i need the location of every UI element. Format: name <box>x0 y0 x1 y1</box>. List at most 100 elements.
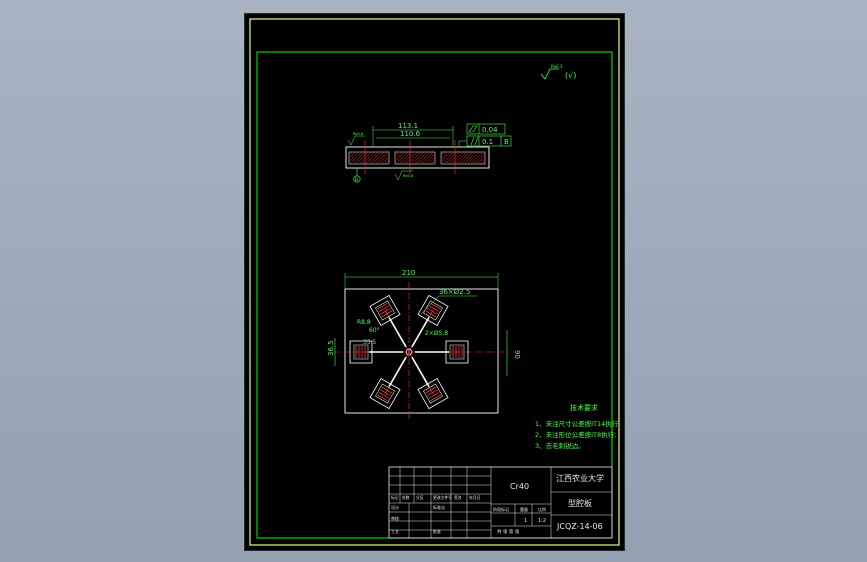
inner-frame <box>256 51 613 539</box>
hatch-line <box>418 151 431 165</box>
hatch-line <box>467 151 480 165</box>
rev-header-3: 分区 <box>416 495 424 500</box>
roughness-note: Ra6.3 (√) <box>540 64 576 80</box>
title-block: Cr40 江西农业大学 型腔板 JCQZ-14-06 阶段标记 重量 比例 1 … <box>388 466 613 539</box>
hatch-line <box>348 151 356 159</box>
hatch-line <box>365 151 378 165</box>
hatch-line <box>394 151 399 156</box>
cavity-rib <box>428 391 440 399</box>
hatch-line <box>464 151 477 165</box>
radius-dim-text: R8.8 <box>357 319 371 326</box>
drawing-sheet: Ra6.3 (√) 113.1 110.6 0.04 0.1 B B Ra0.8… <box>244 13 625 551</box>
hatch-line <box>430 159 436 165</box>
weight-label: 重量 <box>520 506 528 512</box>
hatch-line <box>368 151 382 165</box>
cavity-rib <box>428 305 440 313</box>
university-text: 江西农业大学 <box>556 473 604 483</box>
hatch-line <box>402 151 415 165</box>
hatch-line <box>440 151 445 156</box>
hatch-line <box>427 156 436 165</box>
hatch-line <box>441 151 454 165</box>
hatch-line <box>356 151 369 165</box>
hatch-line <box>348 151 353 156</box>
hatch-line <box>405 151 418 165</box>
roughness-top-text: Ra0.8 <box>353 132 363 136</box>
sheet-count-text: 1 <box>524 518 527 524</box>
parallel-icon <box>470 136 479 146</box>
design-label: 设计 <box>391 504 399 510</box>
tech-req-item-2: 2、未注形位公差按IT8执行; <box>535 430 616 439</box>
hatch-line <box>457 151 470 165</box>
roughness-bottom-text: Ra0.8 <box>403 174 413 178</box>
cavity-rib <box>380 307 391 315</box>
dim-offset-text: 36.5 <box>327 340 335 356</box>
rev-header-4: 更改文件号 <box>433 495 452 500</box>
side-view-hatch <box>348 151 486 165</box>
hatch-line <box>473 152 486 165</box>
tech-requirements: 技术要求 1、未注尺寸公差按IT14执行; 2、未注形位公差按IT8执行; 3、… <box>535 403 620 450</box>
cavity-rib <box>378 305 390 313</box>
flatness-icon <box>468 125 478 133</box>
dim-inner-text: 110.6 <box>400 130 421 138</box>
cavity-rib <box>425 310 437 318</box>
hatch-line <box>362 151 375 165</box>
angle-dim-text: 60° <box>369 327 380 334</box>
hatch-line <box>460 151 474 165</box>
cavity-rib <box>427 307 438 315</box>
cad-drawing: Ra6.3 (√) 113.1 110.6 0.04 0.1 B B Ra0.8… <box>249 18 620 546</box>
runner-1 <box>388 316 407 348</box>
craft-label: 工艺 <box>391 529 399 534</box>
hatch-line <box>451 151 464 165</box>
std-label: 标准化 <box>433 504 445 510</box>
roughness-symbol-icon <box>540 68 559 80</box>
roughness-note-text: (√) <box>565 71 576 80</box>
material-text: Cr40 <box>510 482 529 491</box>
hatch-line <box>359 151 372 165</box>
pitch-dim-text: 35.5 <box>363 339 377 346</box>
hatch-line <box>408 151 421 165</box>
runner-5 <box>388 356 407 388</box>
stage-label: 阶段标记 <box>493 506 509 512</box>
rev-header-1: 标记 <box>391 495 399 500</box>
hatch-line <box>372 151 385 165</box>
outer-frame <box>249 18 620 546</box>
datum-label: B <box>355 177 358 183</box>
hatch-line <box>476 155 486 165</box>
tol-datum-text: B <box>504 138 509 146</box>
tech-req-item-1: 1、未注尺寸公差按IT14执行; <box>535 419 620 428</box>
runner-4 <box>411 356 430 388</box>
hatch-line <box>424 153 436 165</box>
hatch-line <box>395 151 408 165</box>
rev-header-6: 年月日 <box>469 495 481 500</box>
hatch-line <box>421 151 434 165</box>
tol-flatness-text: 0.04 <box>482 126 498 134</box>
tol-parallel-text: 0.1 <box>482 138 493 146</box>
hatch-line <box>414 151 428 165</box>
dim-width-text: 210 <box>402 269 415 277</box>
check-label: 审核 <box>391 515 399 521</box>
cavity-rib <box>378 391 390 399</box>
cavity-rib <box>380 389 391 397</box>
sheet-label: 共 张 第 张 <box>497 528 520 535</box>
part-name-text: 型腔板 <box>568 498 592 508</box>
hatch-line <box>470 151 483 165</box>
scale-text: 1:2 <box>538 518 546 524</box>
cavity-rib <box>427 389 438 397</box>
hatch-line <box>349 151 362 165</box>
hatch-line <box>440 151 448 159</box>
hatch-line <box>411 151 424 165</box>
rev-header-5: 签名 <box>454 495 462 500</box>
hatch-line <box>454 151 467 165</box>
approve-label: 批准 <box>433 528 441 534</box>
roughness-symbol-value: Ra6.3 <box>551 64 563 69</box>
hatch-line <box>398 151 412 165</box>
cavity-rib <box>381 386 393 394</box>
roughness-top-icon <box>347 135 365 146</box>
cavity-rib <box>425 386 437 394</box>
hatch-line <box>384 159 390 165</box>
tech-req-item-3: 3、去毛刺锐边。 <box>535 441 585 450</box>
hatch-line <box>381 156 390 165</box>
scale-label: 比例 <box>538 506 546 512</box>
dim-height-text: 90 <box>513 350 521 359</box>
cavity-rib <box>381 310 393 318</box>
